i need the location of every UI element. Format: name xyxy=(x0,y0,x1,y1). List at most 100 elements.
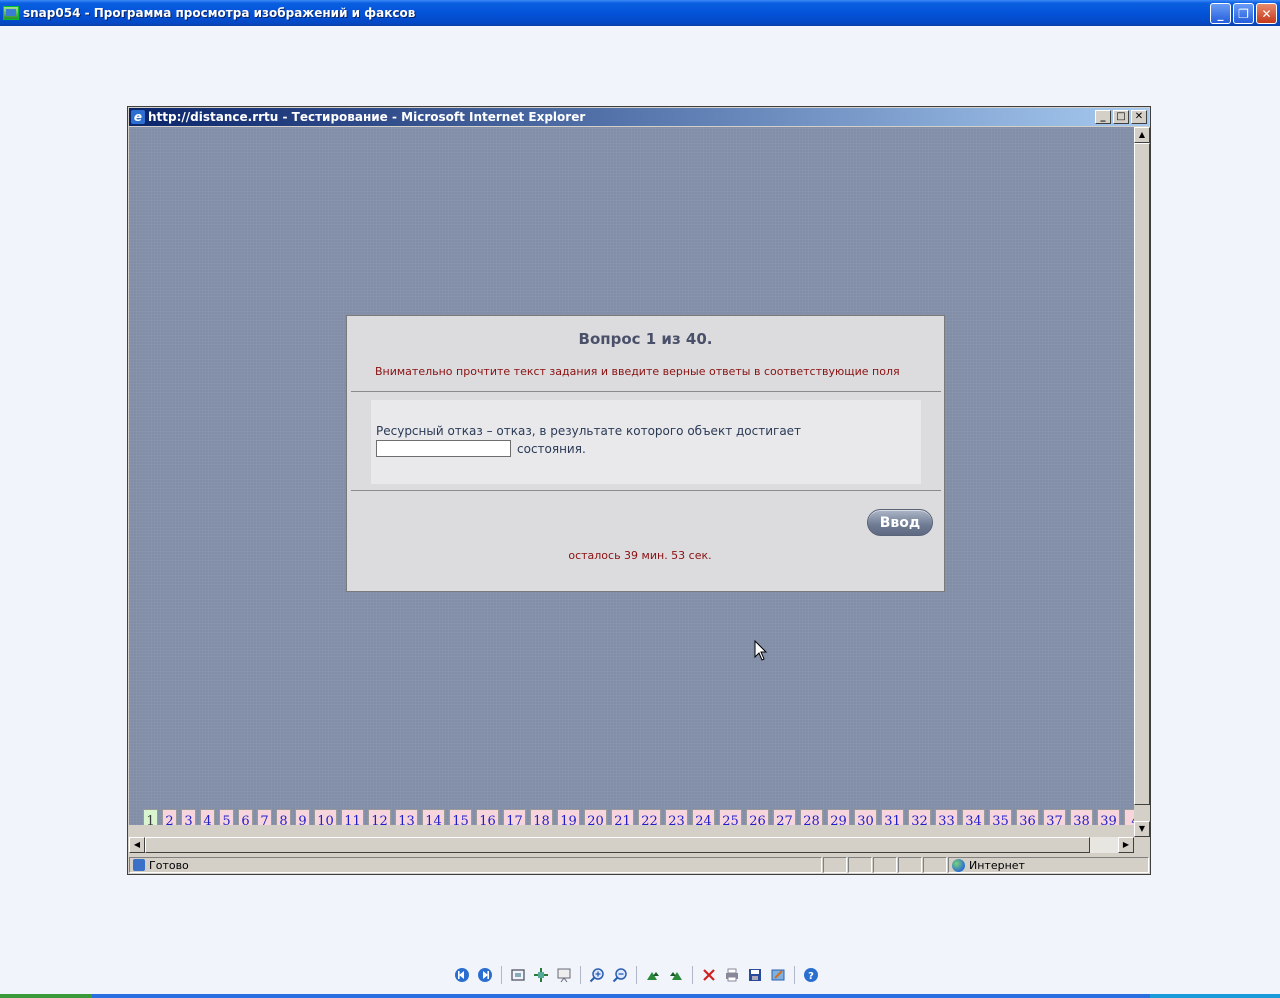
zoom-in-icon[interactable] xyxy=(587,965,607,985)
horizontal-scrollbar[interactable]: ◀ ▶ xyxy=(129,837,1134,853)
ie-statusbar: Готово Интернет xyxy=(129,856,1149,874)
delete-icon[interactable] xyxy=(699,965,719,985)
question-number-15[interactable]: 15 xyxy=(449,809,472,825)
status-cell xyxy=(898,857,922,873)
question-number-1[interactable]: 1 xyxy=(143,809,158,825)
question-number-2[interactable]: 2 xyxy=(162,809,177,825)
status-cell xyxy=(923,857,947,873)
slideshow-icon[interactable] xyxy=(554,965,574,985)
status-cell xyxy=(848,857,872,873)
toolbar-separator xyxy=(580,966,581,984)
question-number-4[interactable]: 4 xyxy=(200,809,215,825)
scroll-down-arrow-icon[interactable]: ▼ xyxy=(1134,821,1150,837)
question-number-39[interactable]: 39 xyxy=(1097,809,1120,825)
image-viewer-icon xyxy=(3,6,19,20)
question-number-14[interactable]: 14 xyxy=(422,809,445,825)
page-done-icon xyxy=(133,859,145,871)
ie-maximize-button[interactable]: □ xyxy=(1113,110,1129,124)
question-number-5[interactable]: 5 xyxy=(219,809,234,825)
question-number-22[interactable]: 22 xyxy=(638,809,661,825)
vertical-scrollbar[interactable]: ▲ ▼ xyxy=(1134,127,1150,837)
best-fit-icon[interactable] xyxy=(508,965,528,985)
question-number-20[interactable]: 20 xyxy=(584,809,607,825)
ie-icon: e xyxy=(131,110,145,124)
viewer-close-button[interactable]: ✕ xyxy=(1256,3,1277,24)
question-number-8[interactable]: 8 xyxy=(276,809,291,825)
question-number-28[interactable]: 28 xyxy=(800,809,823,825)
question-number-36[interactable]: 36 xyxy=(1016,809,1039,825)
question-number-32[interactable]: 32 xyxy=(908,809,931,825)
question-number-3[interactable]: 3 xyxy=(181,809,196,825)
question-number-17[interactable]: 17 xyxy=(503,809,526,825)
question-number-38[interactable]: 38 xyxy=(1070,809,1093,825)
question-number-9[interactable]: 9 xyxy=(295,809,310,825)
question-number-24[interactable]: 24 xyxy=(692,809,715,825)
ie-minimize-button[interactable]: _ xyxy=(1095,110,1111,124)
print-icon[interactable] xyxy=(722,965,742,985)
question-number-40[interactable]: 4 xyxy=(1124,809,1134,825)
save-icon[interactable] xyxy=(745,965,765,985)
question-number-31[interactable]: 31 xyxy=(881,809,904,825)
question-number-26[interactable]: 26 xyxy=(746,809,769,825)
question-number-18[interactable]: 18 xyxy=(530,809,553,825)
viewer-toolbar: ? xyxy=(452,964,821,986)
next-image-icon[interactable] xyxy=(475,965,495,985)
help-icon[interactable]: ? xyxy=(801,965,821,985)
question-number-27[interactable]: 27 xyxy=(773,809,796,825)
question-number-23[interactable]: 23 xyxy=(665,809,688,825)
zoom-out-icon[interactable] xyxy=(610,965,630,985)
question-number-bar: 1 2 3 4 5 6 7 8 9 10 11 12 13 14 15 16 17 18 19 20 21 22 23 24 2… xyxy=(143,809,1134,825)
question-number-34[interactable]: 34 xyxy=(962,809,985,825)
scroll-up-arrow-icon[interactable]: ▲ xyxy=(1134,127,1150,143)
question-number-11[interactable]: 11 xyxy=(341,809,364,825)
prev-image-icon[interactable] xyxy=(452,965,472,985)
ie-titlebar: e http://distance.rrtu - Тестирование - … xyxy=(129,108,1149,126)
status-main: Готово xyxy=(129,857,822,873)
question-number-29[interactable]: 29 xyxy=(827,809,850,825)
instruction-text: Внимательно прочтите текст задания и вве… xyxy=(375,365,900,378)
horizontal-scroll-thumb[interactable] xyxy=(145,837,1090,853)
question-number-37[interactable]: 37 xyxy=(1043,809,1066,825)
question-number-35[interactable]: 35 xyxy=(989,809,1012,825)
question-number-30[interactable]: 30 xyxy=(854,809,877,825)
submit-button[interactable]: Ввод xyxy=(867,509,933,536)
question-number-21[interactable]: 21 xyxy=(611,809,634,825)
question-number-19[interactable]: 19 xyxy=(557,809,580,825)
viewer-restore-button[interactable]: ❐ xyxy=(1233,3,1254,24)
question-number-12[interactable]: 12 xyxy=(368,809,391,825)
question-number-33[interactable]: 33 xyxy=(935,809,958,825)
viewer-minimize-button[interactable]: _ xyxy=(1210,3,1231,24)
question-title: Вопрос 1 из 40. xyxy=(578,330,713,348)
question-number-25[interactable]: 25 xyxy=(719,809,742,825)
question-number-16[interactable]: 16 xyxy=(476,809,499,825)
toolbar-separator xyxy=(501,966,502,984)
taskbar-strip xyxy=(0,994,1280,998)
vertical-scroll-thumb[interactable] xyxy=(1134,143,1150,805)
question-number-13[interactable]: 13 xyxy=(395,809,418,825)
question-number-6[interactable]: 6 xyxy=(238,809,253,825)
rotate-clockwise-icon[interactable] xyxy=(643,965,663,985)
question-panel: Вопрос 1 из 40. Внимательно прочтите тек… xyxy=(346,315,945,592)
divider xyxy=(351,391,941,392)
edit-icon[interactable] xyxy=(768,965,788,985)
actual-size-icon[interactable] xyxy=(531,965,551,985)
question-number-10[interactable]: 10 xyxy=(314,809,337,825)
mouse-cursor-icon xyxy=(754,640,768,661)
rotate-counterclockwise-icon[interactable] xyxy=(666,965,686,985)
question-answer-line: состояния. xyxy=(376,440,586,457)
toolbar-separator xyxy=(692,966,693,984)
scroll-left-arrow-icon[interactable]: ◀ xyxy=(129,837,145,853)
divider xyxy=(351,490,941,491)
zone-text: Интернет xyxy=(969,858,1025,872)
ie-close-button[interactable]: ✕ xyxy=(1131,110,1147,124)
ie-window-controls: _ □ ✕ xyxy=(1095,110,1147,124)
answer-input[interactable] xyxy=(376,440,511,457)
status-cell xyxy=(873,857,897,873)
toolbar-separator xyxy=(794,966,795,984)
question-box: Ресурсный отказ – отказ, в результате ко… xyxy=(371,400,921,484)
scroll-right-arrow-icon[interactable]: ▶ xyxy=(1118,837,1134,853)
viewer-title: snap054 - Программа просмотра изображени… xyxy=(23,6,416,20)
question-number-7[interactable]: 7 xyxy=(257,809,272,825)
viewer-titlebar: snap054 - Программа просмотра изображени… xyxy=(0,0,1280,26)
svg-text:?: ? xyxy=(808,971,814,982)
